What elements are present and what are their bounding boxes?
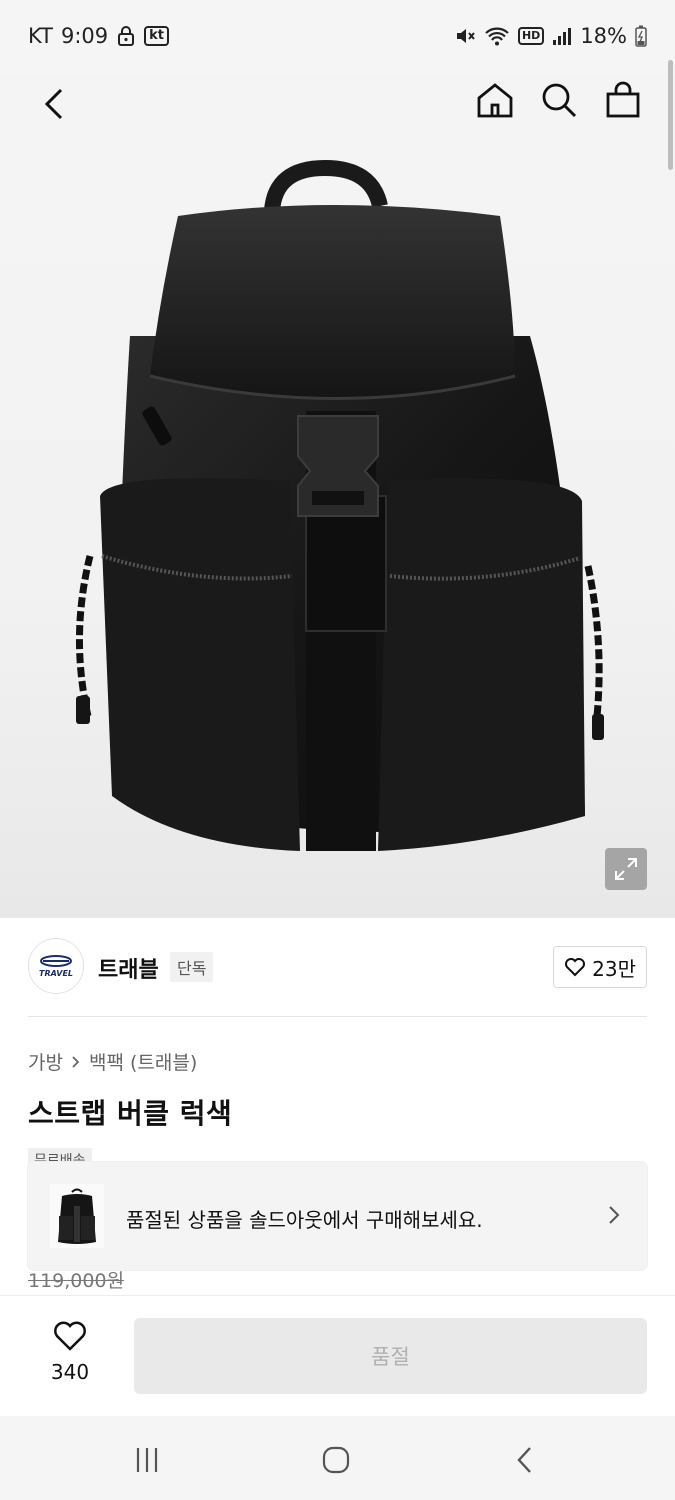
expand-icon — [615, 858, 637, 880]
breadcrumb-category[interactable]: 가방 — [28, 1048, 63, 1075]
carrier-label: KT — [28, 24, 53, 48]
signal-icon — [553, 28, 572, 45]
heart-icon — [565, 958, 586, 977]
divider — [28, 1016, 647, 1017]
soldout-button[interactable]: 품절 — [134, 1318, 647, 1394]
top-actions — [475, 80, 643, 120]
home-circle-icon — [322, 1446, 350, 1474]
back-arrow-icon — [517, 1447, 531, 1473]
recent-apps-button[interactable] — [127, 1440, 167, 1480]
system-nav-bar — [0, 1416, 675, 1500]
home-nav-button[interactable] — [316, 1440, 356, 1480]
product-title: 스트랩 버클 럭색 — [28, 1097, 233, 1130]
back-nav-button[interactable] — [505, 1440, 545, 1480]
expand-image-button[interactable] — [605, 848, 647, 890]
breadcrumb-subcategory[interactable]: 백팩 (트래블) — [89, 1048, 197, 1075]
brand-name[interactable]: 트래블 — [98, 952, 159, 984]
chevron-right-icon — [609, 1206, 620, 1224]
battery-percent: 18% — [580, 24, 627, 48]
brand-like-count: 23만 — [592, 956, 636, 981]
brand-row: TRAVEL 트래블 단독 23만 — [28, 938, 647, 998]
search-button[interactable] — [539, 80, 579, 120]
shopping-bag-icon — [606, 81, 640, 118]
brand-like-button[interactable]: 23만 — [553, 946, 647, 988]
hd-badge: HD — [517, 27, 545, 45]
soldout-banner[interactable]: 품절된 상품을 솔드아웃에서 구매해보세요. — [28, 1162, 647, 1270]
battery-icon — [635, 25, 647, 47]
soldout-banner-text: 품절된 상품을 솔드아웃에서 구매해보세요. — [126, 1208, 483, 1232]
brand-logo-text: TRAVEL — [38, 969, 74, 978]
scrollbar[interactable] — [668, 60, 673, 170]
exclusive-badge: 단독 — [170, 952, 214, 982]
status-left: KT 9:09 kt — [28, 24, 170, 48]
home-icon — [477, 83, 513, 118]
status-bar: KT 9:09 kt HD 18% — [0, 0, 675, 76]
chevron-right-icon — [72, 1055, 80, 1068]
recent-apps-icon — [136, 1448, 158, 1472]
banner-thumbnail — [50, 1184, 104, 1248]
wifi-icon — [485, 27, 509, 46]
breadcrumb: 가방 백팩 (트래블) — [28, 1048, 197, 1075]
home-button[interactable] — [475, 80, 515, 120]
brand-logo[interactable]: TRAVEL — [28, 938, 84, 994]
lock-icon — [118, 26, 135, 46]
original-price: 119,000원 — [28, 1270, 125, 1292]
wish-button[interactable]: 340 — [40, 1320, 100, 1384]
backpack-thumbnail-icon — [58, 1188, 96, 1244]
chevron-left-icon — [44, 88, 63, 120]
heart-icon — [54, 1321, 86, 1351]
travel-logo-icon — [40, 955, 72, 967]
clock: 9:09 — [60, 24, 109, 48]
product-image[interactable] — [0, 76, 675, 918]
cart-button[interactable] — [603, 80, 643, 120]
mute-icon — [456, 29, 475, 43]
backpack-image — [75, 159, 604, 851]
back-button[interactable] — [34, 84, 74, 124]
carrier-badge: kt — [144, 26, 170, 46]
wish-count: 340 — [50, 1360, 90, 1384]
search-icon — [542, 83, 577, 118]
status-right: HD 18% — [454, 24, 647, 48]
